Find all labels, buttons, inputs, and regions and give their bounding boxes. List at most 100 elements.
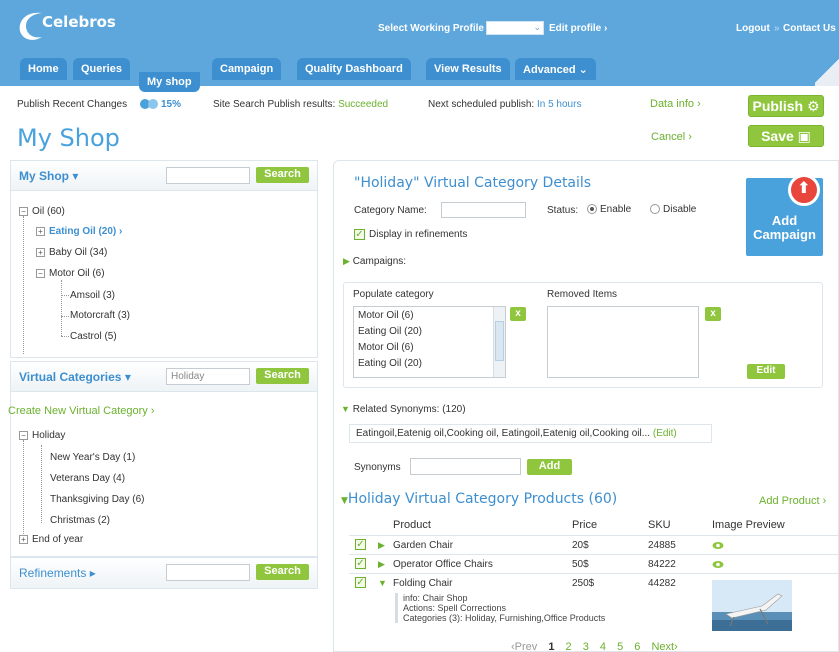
cancel-link[interactable]: Cancel › — [651, 131, 692, 143]
tree-item-end-of-year[interactable]: + End of year — [19, 534, 83, 545]
save-button[interactable]: Save ▣ — [748, 125, 824, 147]
list-scrollbar[interactable] — [493, 307, 505, 377]
column-header-product[interactable]: Product — [393, 519, 431, 531]
pager-page-current[interactable]: 1 — [548, 641, 554, 652]
tab-queries[interactable]: Queries — [73, 58, 130, 80]
row-expand-toggle[interactable]: ▶ — [378, 540, 385, 551]
sync-icon[interactable] — [139, 96, 159, 112]
populate-category-list[interactable]: Motor Oil (6) Eating Oil (20) Motor Oil … — [353, 306, 506, 378]
data-info-link[interactable]: Data info › — [650, 98, 701, 110]
collapse-icon[interactable]: − — [19, 430, 28, 440]
tree-item-motorcraft[interactable]: Motorcraft (3) — [70, 310, 130, 321]
refinements-search-input[interactable] — [166, 564, 250, 581]
my-shop-search-input[interactable] — [166, 167, 250, 184]
pager-next[interactable]: Next› — [651, 641, 677, 652]
create-virtual-category-link[interactable]: Create New Virtual Category › — [8, 405, 155, 417]
preview-eye-icon[interactable] — [712, 560, 724, 569]
tree-item-veterans-day[interactable]: Veterans Day (4) — [50, 473, 125, 484]
add-product-link[interactable]: Add Product › — [759, 495, 826, 507]
row-checkbox[interactable]: ✓ — [355, 577, 370, 588]
table-row[interactable]: ✓ ▶ Garden Chair 20$ 24885 — [349, 535, 839, 554]
refinements-header: Refinements ▸ Search — [11, 558, 317, 588]
virtual-categories-search-button[interactable]: Search — [256, 368, 309, 384]
row-checkbox[interactable]: ✓ — [355, 558, 370, 569]
list-item[interactable]: Motor Oil (6) — [354, 307, 505, 323]
tab-advanced[interactable]: Advanced ⌄ — [515, 58, 596, 80]
products-section-title[interactable]: ▼Holiday Virtual Category Products (60) — [341, 491, 617, 507]
expand-icon[interactable]: + — [36, 226, 45, 236]
tab-quality-dashboard[interactable]: Quality Dashboard — [297, 58, 411, 80]
pager-prev[interactable]: ‹Prev — [511, 641, 537, 652]
column-header-sku[interactable]: SKU — [648, 519, 671, 531]
edit-button[interactable]: Edit — [747, 364, 785, 379]
tab-home[interactable]: Home — [20, 58, 67, 80]
add-synonym-button[interactable]: Add — [527, 459, 572, 475]
column-header-image-preview: Image Preview — [712, 519, 785, 531]
refinements-search-button[interactable]: Search — [256, 564, 309, 580]
tree-label: Motor Oil (6) — [49, 268, 105, 279]
refinements-title[interactable]: Refinements ▸ — [19, 566, 96, 580]
list-item[interactable]: Eating Oil (20) — [354, 323, 505, 339]
tree-item-amsoil[interactable]: Amsoil (3) — [70, 290, 115, 301]
tree-item-eating-oil[interactable]: + Eating Oil (20) › — [36, 226, 122, 237]
related-synonyms-toggle[interactable]: ▼ Related Synonyms: (120) — [341, 404, 466, 415]
removed-items-list[interactable] — [547, 306, 699, 378]
profile-select[interactable]: ⌄ — [486, 21, 544, 35]
publish-button[interactable]: Publish ⚙ — [748, 95, 824, 117]
tab-my-shop[interactable]: My shop — [139, 72, 200, 92]
tree-item-new-years-day[interactable]: New Year's Day (1) — [50, 452, 135, 463]
my-shop-search-button[interactable]: Search — [256, 167, 309, 183]
tree-item-baby-oil[interactable]: + Baby Oil (34) — [36, 247, 107, 258]
collapse-icon[interactable]: − — [19, 206, 28, 216]
status-disable-radio[interactable]: Disable — [650, 204, 696, 215]
status-enable-radio[interactable]: Enable — [587, 204, 631, 215]
list-item[interactable]: Motor Oil (6) — [354, 339, 505, 355]
row-expand-toggle[interactable]: ▼ — [378, 578, 387, 589]
category-name-input[interactable] — [441, 202, 526, 218]
next-publish-value: In 5 hours — [536, 99, 582, 110]
related-synonyms-label: Related Synonyms: (120) — [352, 404, 466, 415]
display-refinements-label: Display in refinements — [369, 229, 468, 241]
pager-page[interactable]: 2 — [566, 641, 572, 652]
pager-page[interactable]: 6 — [634, 641, 640, 652]
campaigns-toggle[interactable]: ▶ Campaigns: — [343, 256, 406, 267]
remove-from-populate-button[interactable]: x — [510, 307, 526, 321]
celebros-logo[interactable]: Celebros — [16, 9, 140, 43]
add-campaign-button[interactable]: ⬆ Add Campaign — [746, 174, 823, 256]
expand-icon[interactable]: + — [36, 247, 45, 257]
column-header-price[interactable]: Price — [572, 519, 597, 531]
pager-page[interactable]: 5 — [617, 641, 623, 652]
publish-recent-label: Publish Recent Changes — [17, 99, 128, 110]
synonyms-input[interactable] — [410, 458, 521, 475]
display-refinements-checkbox[interactable]: ✓ Display in refinements — [354, 229, 467, 240]
pager-page[interactable]: 3 — [583, 641, 589, 652]
tree-item-thanksgiving-day[interactable]: Thanksgiving Day (6) — [50, 494, 144, 505]
synonyms-edit-link[interactable]: (Edit) — [653, 428, 677, 439]
edit-profile-link[interactable]: Edit profile › — [549, 23, 607, 34]
tree-item-motor-oil[interactable]: − Motor Oil (6) — [36, 268, 105, 279]
tree-item-oil[interactable]: − Oil (60) — [19, 206, 65, 217]
site-search-value: Succeeded — [338, 99, 389, 110]
tab-view-results[interactable]: View Results — [426, 58, 510, 80]
details-title: "Holiday" Virtual Category Details — [354, 175, 592, 191]
expand-icon[interactable]: + — [19, 534, 28, 544]
scroll-thumb[interactable] — [495, 321, 504, 361]
row-expand-toggle[interactable]: ▶ — [378, 559, 385, 570]
collapse-icon[interactable]: − — [36, 268, 45, 278]
list-item[interactable]: Eating Oil (20) — [354, 355, 505, 371]
virtual-categories-search-input[interactable]: Holiday — [166, 368, 250, 385]
product-image-preview[interactable] — [712, 580, 792, 631]
clear-removed-button[interactable]: x — [705, 307, 721, 321]
logout-link[interactable]: Logout — [736, 23, 770, 34]
virtual-categories-title[interactable]: Virtual Categories ▾ — [19, 370, 131, 384]
tab-campaign[interactable]: Campaign — [212, 58, 282, 80]
tree-item-castrol[interactable]: Castrol (5) — [70, 331, 117, 342]
tree-item-christmas[interactable]: Christmas (2) — [50, 515, 110, 526]
pager-page[interactable]: 4 — [600, 641, 606, 652]
table-row[interactable]: ✓ ▶ Operator Office Chairs 50$ 84222 — [349, 554, 839, 573]
row-checkbox[interactable]: ✓ — [355, 539, 370, 550]
tree-item-holiday[interactable]: − Holiday — [19, 430, 65, 441]
contact-link[interactable]: Contact Us — [783, 23, 836, 34]
preview-eye-icon[interactable] — [712, 541, 724, 550]
my-shop-title[interactable]: My Shop ▾ — [19, 169, 78, 183]
